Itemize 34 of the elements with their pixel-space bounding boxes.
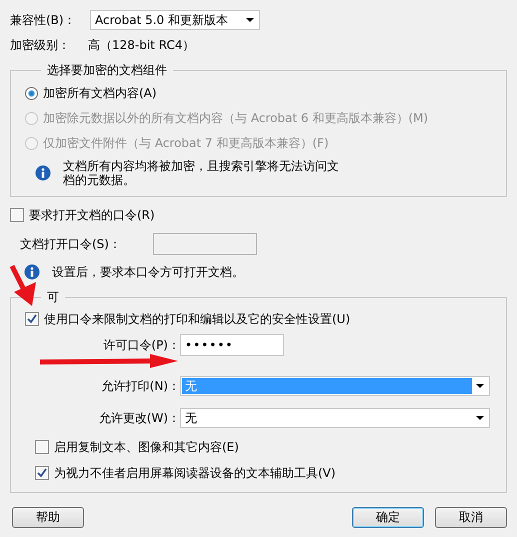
dialog-button[interactable]: 帮助 [12, 507, 84, 528]
checkbox-label: 使用口令来限制文档的打印和编辑以及它的安全性设置(U) [44, 310, 350, 328]
arrow-drawing [10, 264, 36, 306]
open-password-label: 文档打开口令(S)： [20, 236, 122, 252]
check-icon [37, 468, 47, 478]
compatibility-dropdown[interactable]: Acrobat 5.0 和更新版本 [90, 10, 260, 30]
info-icon [35, 165, 51, 181]
group-title: 可 [46, 289, 60, 306]
info-icon [24, 264, 40, 280]
info-text: 文档所有内容均将被加密，且搜索引擎将无法访问文档的元数据。 [63, 159, 340, 187]
permissions-password-field[interactable]: •••••• [180, 334, 284, 356]
checkbox[interactable] [25, 312, 39, 326]
info-text: 设置后，要求本口令方可打开文档。 [52, 264, 244, 280]
checkbox[interactable] [10, 208, 24, 222]
dialog-button[interactable]: 确定 [352, 507, 424, 528]
permissions-password-label: 许可口令(P)： [102, 337, 180, 354]
encryption-level-label: 加密级别： [10, 36, 71, 54]
radio-label: 仅加密文件附件（与 Acrobat 7 和更高版本兼容）(F) [43, 135, 329, 152]
compatibility-label: 兼容性(B)： [10, 12, 77, 28]
select-label: 允许更改(W)： [98, 410, 180, 426]
dialog-button[interactable]: 取消 [435, 507, 507, 528]
checkbox-label: 启用复制文本、图像和其它内容(E) [54, 438, 239, 456]
checkbox-label: 要求打开文档的口令(R) [29, 206, 155, 224]
radio-label: 加密除元数据以外的所有文档内容（与 Acrobat 6 和更高版本兼容）(M) [43, 110, 428, 127]
checkbox[interactable] [35, 440, 49, 454]
select-label: 允许打印(N)： [100, 378, 180, 394]
checkbox[interactable] [35, 466, 49, 480]
radio-label: 加密所有文档内容(A) [43, 85, 157, 102]
checkbox-label: 为视力不佳者启用屏幕阅读器设备的文本辅助工具(V) [54, 464, 336, 482]
radio-button[interactable] [25, 87, 38, 100]
group-title: 选择要加密的文档组件 [46, 62, 168, 79]
encryption-level-value: 高（128-bit RC4） [88, 36, 194, 54]
check-icon [27, 314, 37, 324]
select-dropdown[interactable]: 无 [180, 408, 490, 428]
